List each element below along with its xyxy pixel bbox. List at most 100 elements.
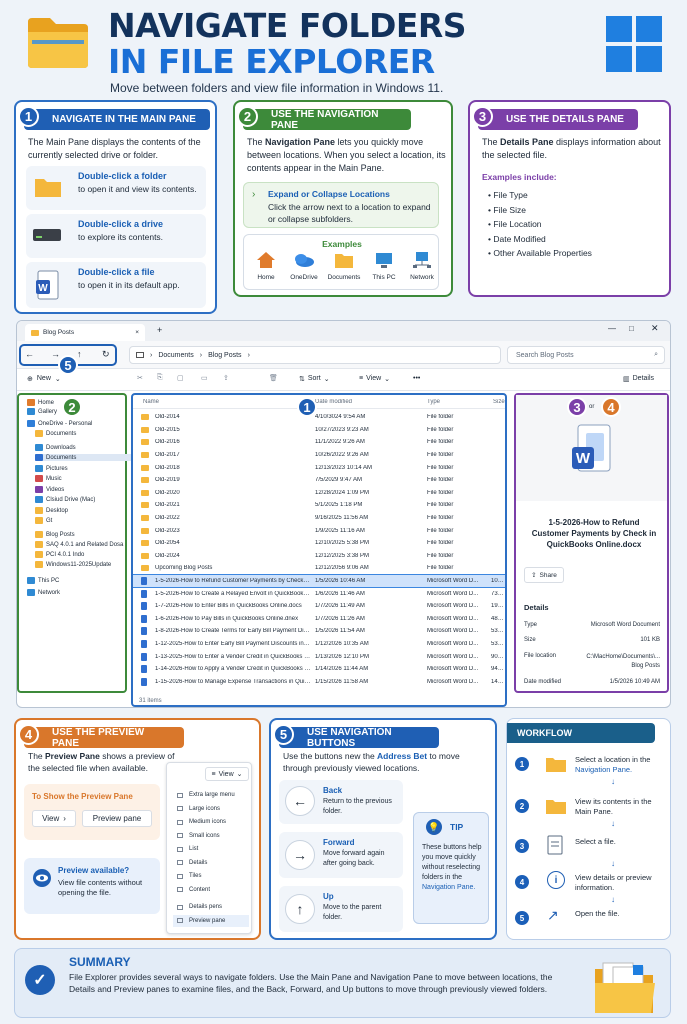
nav-item[interactable]: Gt (35, 517, 52, 524)
new-tab-icon[interactable]: + (157, 325, 162, 335)
details-toggle-button[interactable]: ▥ Details (623, 375, 654, 383)
nav-item[interactable]: Clsiud Drive (Mac) (35, 496, 95, 503)
view-menu-item[interactable]: Large icons (173, 803, 249, 815)
example-network[interactable]: Network (404, 251, 440, 281)
delete-icon[interactable]: 🗑 (269, 374, 278, 382)
search-box[interactable]: Search Blog Posts ⌕ (507, 346, 665, 364)
forward-button[interactable]: → (51, 349, 60, 359)
column-date[interactable]: Date modified (315, 399, 352, 405)
file-type: File folder (427, 414, 454, 421)
section-preview-pane-desc: The Preview Pane shows a preview of the … (28, 750, 188, 774)
file-type: File folder (427, 527, 454, 534)
file-row[interactable]: 1-5-2026-How to Refund Customer Payments… (133, 573, 505, 589)
nav-item[interactable]: PCI 4.0.1 Indo (35, 551, 84, 558)
file-row[interactable]: 1-5-2026-How to Create a Relayed Envolt … (133, 587, 505, 600)
view-menu-item-label: Content (189, 886, 211, 893)
view-menu-item[interactable]: Preview pane (173, 914, 249, 927)
details-row-modified: Date modified 1/5/2026 10:49 AM (524, 679, 664, 685)
view-button[interactable]: ≡ View ⌄ (359, 375, 390, 383)
example-this-pc[interactable]: This PC (366, 251, 402, 281)
file-row[interactable]: 1-8-2026-How to Create Terms for Early B… (133, 625, 505, 638)
nav-item[interactable]: This PC (27, 577, 59, 584)
minimize-icon[interactable]: — (608, 324, 616, 333)
nav-item[interactable]: Blog Posts (35, 531, 75, 538)
refresh-button[interactable]: ↻ (102, 349, 110, 360)
nav-item[interactable]: Windows11-2025Update (35, 561, 111, 568)
file-row[interactable]: 1-13-2025-How to Enter a Vender Credit i… (133, 650, 505, 663)
file-row[interactable]: Old-2019 7/5/2029 9:47 AM File folder (133, 474, 505, 487)
view-menu-item[interactable]: Extra large menu (173, 789, 249, 801)
share-icon[interactable]: ⇪ (223, 374, 229, 382)
close-window-icon[interactable]: ✕ (651, 323, 659, 334)
file-row[interactable]: Old-2015 10/27/2023 9:23 AM File folder (133, 424, 505, 437)
nav-item[interactable]: OneDrive - Personal (27, 420, 92, 427)
file-row[interactable]: Upcoming Blog Posts 12/12/2056 9:06 AM Fil… (133, 562, 505, 575)
view-menu-item[interactable]: Details pens (173, 901, 249, 913)
file-row[interactable]: Old-2022 9/16/2025 11:56 AM File folder (133, 512, 505, 525)
share-button[interactable]: ⇪ Share (524, 567, 564, 583)
file-row[interactable]: Old-2018 12/13/2023 10:14 AM File folder (133, 461, 505, 474)
view-path-button[interactable]: View › (32, 810, 76, 827)
nav-item[interactable]: Documents (35, 430, 76, 437)
back-button[interactable]: ← (25, 349, 34, 359)
file-row[interactable]: Old-2021 5/1/2025 1:18 PM File folder (133, 499, 505, 512)
breadcrumb-blog-posts[interactable]: Blog Posts (208, 352, 241, 359)
file-row[interactable]: Old-2020 12/28/2024 1:09 PM File folder (133, 487, 505, 500)
section-details-pane-number: 3 (472, 106, 493, 127)
file-row[interactable]: 1-6-2026-How to Pay Bills in QuickBooks … (133, 613, 505, 626)
up-button[interactable]: ↑ (77, 349, 82, 359)
nav-item[interactable]: Network (27, 589, 60, 596)
maximize-icon[interactable]: □ (629, 324, 634, 333)
view-menu-item[interactable]: Small icons (173, 830, 249, 842)
file-row[interactable]: 1-15-2026-How to Manage Expense Transact… (133, 676, 505, 689)
file-row[interactable]: Old-2024 12/12/2025 3:38 PM File folder (133, 550, 505, 563)
view-menu-item[interactable]: Tiles (173, 870, 249, 882)
column-size[interactable]: Size (493, 399, 505, 405)
cut-icon[interactable]: ✂ (137, 374, 143, 382)
paste-icon[interactable]: ▢ (177, 374, 184, 382)
nav-item[interactable]: Downloads (35, 444, 76, 451)
detail-value: 101 KB (640, 637, 660, 643)
preview-pane-path-button[interactable]: Preview pane (82, 810, 152, 827)
view-menu-item-icon (177, 792, 183, 798)
nav-item[interactable]: Desktop (35, 507, 68, 514)
sort-button[interactable]: ⇅ Sort ⌄ (299, 375, 330, 383)
nav-item[interactable]: Music (35, 475, 62, 482)
address-bar[interactable]: › Documents › Blog Posts › (129, 346, 501, 364)
example-home[interactable]: Home (248, 251, 284, 281)
file-icon (547, 835, 563, 855)
view-menu-item[interactable]: Content (173, 884, 249, 896)
view-menu-item[interactable]: Details (173, 857, 249, 869)
view-menu-item[interactable]: Medium icons (173, 816, 249, 828)
new-button[interactable]: ⊕ New ⌄ (27, 375, 61, 383)
more-button[interactable]: ••• (413, 375, 420, 382)
view-menu-button[interactable]: ≡ View ⌄ (205, 767, 249, 781)
file-date: 12/28/2024 1:09 PM (315, 489, 370, 496)
example-onedrive[interactable]: OneDrive (286, 251, 322, 281)
nav-item[interactable]: Videos (35, 486, 64, 493)
view-menu-item[interactable]: List (173, 843, 249, 855)
example-onedrive-label: OneDrive (290, 274, 318, 281)
rename-icon[interactable]: ▭ (201, 374, 208, 382)
nav-item[interactable]: Pictures (35, 465, 68, 472)
file-row[interactable]: Old-2054 12/10/2025 5:38 PM File folder (133, 537, 505, 550)
nav-item[interactable]: Home (27, 399, 54, 406)
column-type[interactable]: Type (427, 399, 440, 405)
file-row[interactable]: Old-2016 11/1/2022 9:26 AM File folder (133, 436, 505, 449)
file-row[interactable]: Old-2017 10/26/2022 9:26 AM File folder (133, 449, 505, 462)
file-row[interactable]: 1-14-2026-How to Apply a Vender Credit i… (133, 663, 505, 676)
column-name[interactable]: Name (143, 399, 159, 405)
file-row[interactable]: Old-2014 4/10/3024 9:54 AM File folder (133, 411, 505, 424)
tab-close-icon[interactable]: × (135, 329, 139, 336)
nav-item[interactable]: Documents (35, 454, 131, 461)
example-documents[interactable]: Documents (326, 251, 362, 281)
nav-item[interactable]: Gallery (27, 408, 57, 415)
file-row[interactable]: 1-12-2025-How to Enter Early Bill Paymen… (133, 638, 505, 651)
breadcrumb-documents[interactable]: Documents (158, 352, 193, 359)
file-row[interactable]: Old-2023 1/9/2025 11:16 AM File folder (133, 524, 505, 537)
file-row[interactable]: 1-7-2026-How to Enter Bills in QuickBook… (133, 600, 505, 613)
share-label: Share (539, 571, 557, 579)
tab-blog-posts[interactable]: Blog Posts × (25, 324, 145, 341)
copy-icon[interactable]: ⎘ (157, 374, 163, 382)
nav-item[interactable]: SAQ 4.0.1 and Related Dosa (35, 541, 123, 548)
